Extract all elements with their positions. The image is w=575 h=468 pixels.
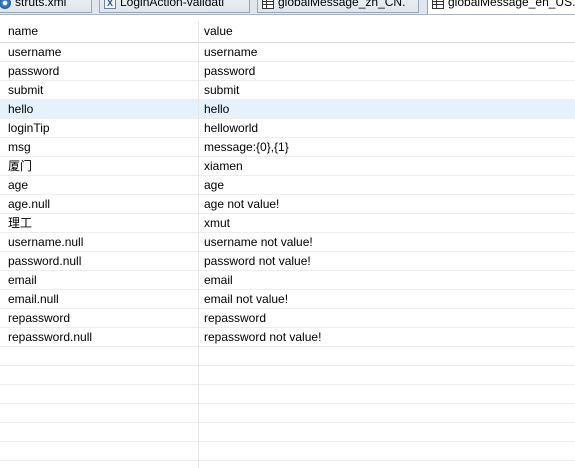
properties-file-icon xyxy=(262,0,274,9)
table-row[interactable]: password.null password not value! xyxy=(0,252,575,271)
row-value-cell[interactable]: repassword not value! xyxy=(204,328,570,346)
table-row[interactable]: password password xyxy=(0,62,575,81)
row-name-cell[interactable]: repassword.null xyxy=(8,328,194,346)
tab-globalmessage-en-us[interactable]: globalMessage_en_US. xyxy=(427,0,575,14)
table-row[interactable] xyxy=(0,385,575,404)
table-row[interactable]: repassword repassword xyxy=(0,309,575,328)
row-value-cell[interactable]: password not value! xyxy=(204,252,570,270)
row-name-cell[interactable]: submit xyxy=(8,81,194,99)
table-row[interactable]: username username xyxy=(0,43,575,62)
row-name-cell[interactable]: username.null xyxy=(8,233,194,251)
table-row[interactable]: hello hello xyxy=(0,100,575,119)
table-row[interactable]: msg message:{0},{1} xyxy=(0,138,575,157)
table-row[interactable]: age age xyxy=(0,176,575,195)
row-value-cell[interactable]: helloworld xyxy=(204,119,570,137)
table-header: name value xyxy=(0,21,575,43)
table-row[interactable] xyxy=(0,423,575,442)
row-value-cell[interactable]: message:{0},{1} xyxy=(204,138,570,156)
row-value-cell[interactable]: hello xyxy=(204,100,570,118)
row-name-cell[interactable]: loginTip xyxy=(8,119,194,137)
row-name-cell[interactable]: password xyxy=(8,62,194,80)
table-row[interactable]: repassword.null repassword not value! xyxy=(0,328,575,347)
properties-table: name value username username password passw… xyxy=(0,21,575,468)
row-name-cell[interactable]: email xyxy=(8,271,194,289)
row-name-cell[interactable]: 厦门 xyxy=(8,157,194,175)
row-name-cell[interactable]: hello xyxy=(8,100,194,118)
xml-file-icon: X xyxy=(104,0,116,9)
row-value-cell[interactable]: email xyxy=(204,271,570,289)
table-row[interactable] xyxy=(0,442,575,461)
row-value-cell[interactable]: submit xyxy=(204,81,570,99)
row-value-cell[interactable]: password xyxy=(204,62,570,80)
table-row[interactable]: username.null username not value! xyxy=(0,233,575,252)
table-row[interactable]: email.null email not value! xyxy=(0,290,575,309)
row-name-cell[interactable]: password.null xyxy=(8,252,194,270)
row-name-cell[interactable]: email.null xyxy=(8,290,194,308)
row-value-cell[interactable]: username not value! xyxy=(204,233,570,251)
gear-icon xyxy=(0,0,11,9)
row-name-cell[interactable]: username xyxy=(8,43,194,61)
row-value-cell[interactable]: repassword xyxy=(204,309,570,327)
tab-label: globalMessage_zh_CN. xyxy=(278,0,406,9)
tab-struts-xml[interactable]: struts.xml xyxy=(0,0,92,13)
column-header-value[interactable]: value xyxy=(204,21,570,41)
table-row[interactable]: age.null age not value! xyxy=(0,195,575,214)
table-row[interactable]: email email xyxy=(0,271,575,290)
table-row[interactable]: submit submit xyxy=(0,81,575,100)
table-row[interactable]: 理工 xmut xyxy=(0,214,575,233)
table-row[interactable] xyxy=(0,347,575,366)
table-row[interactable] xyxy=(0,404,575,423)
column-header-name[interactable]: name xyxy=(8,21,194,41)
table-row[interactable] xyxy=(0,366,575,385)
table-row[interactable]: loginTip helloworld xyxy=(0,119,575,138)
tab-label: globalMessage_en_US. xyxy=(448,0,575,9)
row-value-cell[interactable]: xiamen xyxy=(204,157,570,175)
row-value-cell[interactable]: email not value! xyxy=(204,290,570,308)
row-value-cell[interactable]: username xyxy=(204,43,570,61)
row-name-cell[interactable]: 理工 xyxy=(8,214,194,232)
tab-label: LoginAction-validati xyxy=(120,0,225,9)
row-name-cell[interactable]: msg xyxy=(8,138,194,156)
row-name-cell[interactable]: age.null xyxy=(8,195,194,213)
table-row[interactable]: 厦门 xiamen xyxy=(0,157,575,176)
row-value-cell[interactable]: age not value! xyxy=(204,195,570,213)
tab-loginaction-validation[interactable]: X LoginAction-validati xyxy=(99,0,250,13)
row-value-cell[interactable]: age xyxy=(204,176,570,194)
row-name-cell[interactable]: age xyxy=(8,176,194,194)
properties-file-icon xyxy=(432,0,444,9)
tab-label: struts.xml xyxy=(15,0,67,9)
table-row[interactable] xyxy=(0,461,575,468)
column-divider xyxy=(198,21,199,468)
editor-tab-bar: struts.xml X LoginAction-validati globalM… xyxy=(0,0,575,15)
row-name-cell[interactable]: repassword xyxy=(8,309,194,327)
tab-globalmessage-zh-cn[interactable]: globalMessage_zh_CN. xyxy=(257,0,419,13)
row-value-cell[interactable]: xmut xyxy=(204,214,570,232)
